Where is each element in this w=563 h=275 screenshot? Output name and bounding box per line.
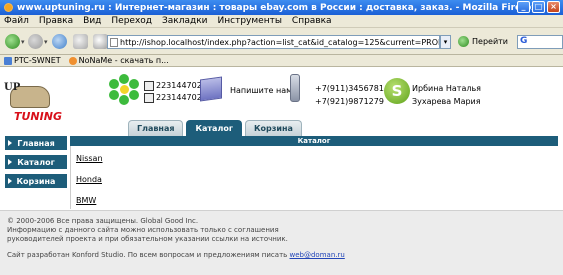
logo-up-text: UP [4, 82, 21, 93]
sidebar-item-home[interactable]: Главная [5, 136, 67, 150]
footer-email-link[interactable]: web@doman.ru [290, 251, 345, 259]
skype-icon[interactable]: S [384, 78, 410, 104]
sidebar-item-label: Корзина [16, 176, 56, 186]
sidebar-item-catalog[interactable]: Каталог [5, 155, 67, 169]
section-header: Каталог [70, 136, 558, 146]
logo-tuning-text: TUNING [14, 110, 62, 123]
page-footer: © 2000-2006 Все права защищены. Global G… [0, 210, 563, 275]
footer-notice-2: руководителей проекта и при обязательном… [7, 235, 288, 243]
menu-view[interactable]: Вид [83, 16, 101, 26]
address-bar[interactable]: http://ishop.localhost/index.php?action=… [107, 35, 440, 49]
icq-number-1: 223144702 [156, 81, 202, 90]
catalog-list: Nissan Honda BMW [76, 154, 103, 205]
bookmark-icon [4, 56, 12, 65]
address-url: http://ishop.localhost/index.php?action=… [120, 37, 440, 47]
bookmark-label: PTC-SWNET [14, 56, 61, 65]
back-arrow-icon[interactable] [5, 34, 20, 49]
icq-flower-icon [109, 74, 139, 105]
phone-numbers: +7(911)3456781 +7(921)9871279 [315, 82, 384, 108]
sidebar-item-label: Главная [17, 138, 55, 148]
arrow-right-icon [8, 159, 12, 165]
footer-copyright: © 2000-2006 Все права защищены. Global G… [7, 217, 199, 225]
menu-help[interactable]: Справка [292, 16, 332, 26]
menu-bookmarks[interactable]: Закладки [162, 16, 208, 26]
envelope-icon[interactable] [200, 76, 222, 102]
icq-number-2: 223144702 [156, 93, 202, 102]
menu-go[interactable]: Переход [111, 16, 152, 26]
icq-status-icon [144, 93, 154, 103]
search-box[interactable]: G [517, 35, 563, 49]
write-us-link[interactable]: Напишите нам [230, 86, 292, 95]
divider [70, 146, 71, 209]
home-icon[interactable] [93, 34, 108, 49]
contact-name-1: Ирбина Наталья [412, 84, 481, 93]
bookmark-noname[interactable]: NoNaMe - скачать п... [68, 56, 169, 65]
menu-edit[interactable]: Правка [39, 16, 73, 26]
back-dropdown-icon[interactable]: ▾ [21, 38, 25, 46]
firefox-icon [4, 3, 13, 12]
address-dropdown-icon[interactable]: ▾ [440, 35, 451, 49]
stop-icon[interactable] [73, 34, 88, 49]
main-tabs: Главная Каталог Корзина [128, 120, 302, 136]
forward-arrow-icon[interactable] [28, 34, 43, 49]
page-content: UP TUNING 223144702 223144702 Напишите н… [0, 68, 563, 275]
bookmark-icon [68, 56, 77, 65]
close-button[interactable]: × [547, 1, 560, 13]
reload-icon[interactable] [52, 34, 67, 49]
google-icon: G [520, 36, 528, 46]
sidebar-item-label: Каталог [17, 157, 55, 167]
tab-home[interactable]: Главная [128, 120, 184, 136]
bookmark-label: NoNaMe - скачать п... [78, 56, 169, 65]
icq-status-icon [144, 81, 154, 91]
sidebar-item-cart[interactable]: Корзина [5, 174, 67, 188]
footer-notice-1: Информацию с данного сайта можно использ… [7, 226, 279, 234]
maximize-button[interactable]: □ [532, 1, 545, 13]
catalog-link-nissan[interactable]: Nissan [76, 154, 103, 163]
menu-file[interactable]: Файл [4, 16, 29, 26]
contact-names: Ирбина Наталья Зухарева Мария [412, 82, 481, 108]
navigation-toolbar: ▾ ▾ http://ishop.localhost/index.php?act… [0, 28, 563, 55]
sidebar: Главная Каталог Корзина [5, 136, 67, 193]
go-button[interactable]: Перейти [458, 36, 508, 47]
window-titlebar: www.uptuning.ru : Интернет-магазин : тов… [0, 0, 563, 15]
phone-2: +7(921)9871279 [315, 97, 384, 106]
catalog-link-honda[interactable]: Honda [76, 175, 103, 184]
contact-name-2: Зухарева Мария [412, 97, 481, 106]
go-label: Перейти [472, 37, 508, 46]
go-arrow-icon [458, 36, 469, 47]
site-logo[interactable]: UP TUNING [4, 82, 68, 124]
bookmarks-toolbar: PTC-SWNET NoNaMe - скачать п... [0, 55, 563, 67]
forward-dropdown-icon[interactable]: ▾ [44, 38, 48, 46]
footer-credit: Сайт разработан Konford Studio. По всем … [7, 251, 563, 260]
window-controls: _ □ × [517, 1, 560, 13]
menu-bar: Файл Правка Вид Переход Закладки Инструм… [0, 15, 563, 28]
icq-numbers: 223144702 223144702 [144, 80, 202, 104]
minimize-button[interactable]: _ [517, 1, 530, 13]
arrow-right-icon [8, 178, 12, 184]
bookmark-ptc-swnet[interactable]: PTC-SWNET [4, 56, 61, 65]
tab-cart[interactable]: Корзина [245, 120, 302, 136]
menu-tools[interactable]: Инструменты [218, 16, 282, 26]
page-icon [110, 38, 118, 47]
arrow-right-icon [8, 140, 12, 146]
tab-catalog[interactable]: Каталог [186, 120, 242, 136]
phone-1: +7(911)3456781 [315, 84, 384, 93]
window-title: www.uptuning.ru : Интернет-магазин : тов… [17, 2, 538, 13]
mobile-phone-icon [290, 74, 300, 102]
footer-credit-text: Сайт разработан Konford Studio. По всем … [7, 251, 288, 259]
catalog-link-bmw[interactable]: BMW [76, 196, 103, 205]
